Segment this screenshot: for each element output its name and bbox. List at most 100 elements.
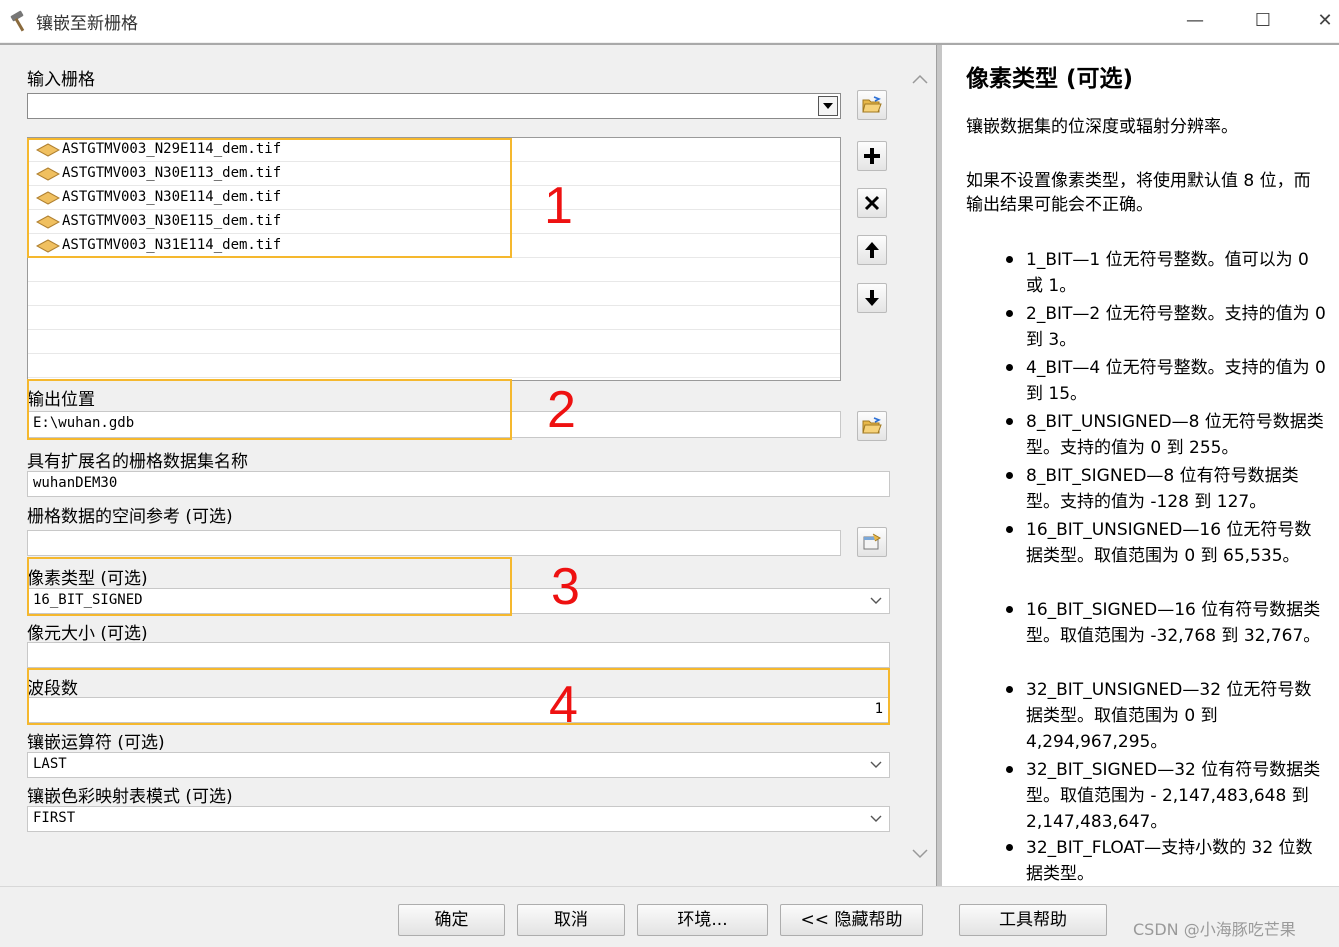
browse-input-button[interactable]	[857, 90, 887, 120]
list-item[interactable]: ASTGTMV003_N31E114_dem.tif	[28, 234, 840, 258]
mosaic-operator-label: 镶嵌运算符 (可选)	[27, 733, 165, 753]
watermark: CSDN @小海豚吃芒果	[1133, 920, 1296, 939]
move-down-button[interactable]	[857, 283, 887, 313]
ok-button[interactable]: 确定	[398, 904, 505, 936]
plus-icon	[864, 148, 880, 164]
chevron-down-icon	[870, 761, 882, 768]
list-item[interactable]: ASTGTMV003_N30E115_dem.tif	[28, 210, 840, 234]
window-title: 镶嵌至新栅格	[36, 14, 138, 34]
bullet-icon	[1006, 256, 1013, 263]
colormap-mode-select[interactable]: FIRST	[27, 806, 890, 832]
environments-button[interactable]: 环境...	[637, 904, 768, 936]
help-paragraph: 如果不设置像素类型，将使用默认值 8 位，而输出结果可能会不正确。	[966, 171, 1311, 215]
help-list-item-text: 16_BIT_UNSIGNED—16 位无符号数据类型。取值范围为 0 到 65…	[1026, 520, 1312, 566]
open-folder-icon	[862, 96, 882, 113]
raster-dataset-icon	[36, 167, 60, 181]
help-list-item-text: 2_BIT—2 位无符号整数。支持的值为 0 到 3。	[1026, 304, 1326, 350]
help-list-item: 16_BIT_UNSIGNED—16 位无符号数据类型。取值范围为 0 到 65…	[1006, 517, 1326, 569]
help-list-item-text: 32_BIT_UNSIGNED—32 位无符号数据类型。取值范围为 0 到 4,…	[1026, 680, 1312, 752]
output-location-input[interactable]: E:\wuhan.gdb	[27, 411, 841, 438]
list-item[interactable]: ASTGTMV003_N30E113_dem.tif	[28, 162, 840, 186]
colormap-mode-value: FIRST	[33, 810, 76, 826]
help-list-item-text: 4_BIT—4 位无符号整数。支持的值为 0 到 15。	[1026, 358, 1326, 404]
bands-input[interactable]: 1	[27, 697, 890, 723]
list-item-label: ASTGTMV003_N30E115_dem.tif	[62, 213, 282, 229]
help-panel: 像素类型 (可选) 镶嵌数据集的位深度或辐射分辨率。 如果不设置像素类型，将使用…	[942, 45, 1339, 886]
scroll-down-arrow[interactable]	[910, 843, 930, 863]
help-list-item: 16_BIT_SIGNED—16 位有符号数据类型。取值范围为 -32,768 …	[1006, 597, 1326, 649]
list-item-label: ASTGTMV003_N30E113_dem.tif	[62, 165, 282, 181]
open-folder-icon	[862, 417, 882, 434]
annotation-number: 2	[547, 381, 576, 439]
triangle-down-icon	[823, 103, 833, 109]
cellsize-label: 像元大小 (可选)	[27, 624, 148, 644]
combobox-dropdown-button[interactable]	[818, 96, 838, 116]
help-list-item: 8_BIT_UNSIGNED—8 位无符号数据类型。支持的值为 0 到 255。	[1006, 409, 1326, 461]
help-list-item: 32_BIT_SIGNED—32 位有符号数据类型。取值范围为 - 2,147,…	[1006, 757, 1326, 835]
dataset-name-label: 具有扩展名的栅格数据集名称	[27, 452, 248, 472]
help-list-item: 32_BIT_FLOAT—支持小数的 32 位数据类型。	[1006, 835, 1326, 886]
list-item[interactable]: ASTGTMV003_N29E114_dem.tif	[28, 138, 840, 162]
tool-help-button[interactable]: 工具帮助	[959, 904, 1107, 936]
remove-item-button[interactable]	[857, 188, 887, 218]
minimize-button[interactable]: —	[1175, 6, 1215, 36]
cellsize-input[interactable]	[27, 642, 890, 668]
bullet-icon	[1006, 472, 1013, 479]
bullet-icon	[1006, 686, 1013, 693]
help-paragraph: 镶嵌数据集的位深度或辐射分辨率。	[966, 117, 1238, 137]
help-list-item-text: 8_BIT_UNSIGNED—8 位无符号数据类型。支持的值为 0 到 255。	[1026, 412, 1324, 458]
maximize-button[interactable]: ☐	[1243, 6, 1283, 36]
pixel-type-label: 像素类型 (可选)	[27, 569, 148, 589]
scroll-up-arrow[interactable]	[910, 70, 930, 90]
list-item[interactable]: ASTGTMV003_N30E114_dem.tif	[28, 186, 840, 210]
list-empty-row	[28, 306, 840, 330]
input-rasters-list[interactable]: ASTGTMV003_N29E114_dem.tif ASTGTMV003_N3…	[27, 137, 841, 381]
help-list-item: 4_BIT—4 位无符号整数。支持的值为 0 到 15。	[1006, 355, 1326, 407]
x-icon	[864, 195, 880, 211]
help-list-item: 32_BIT_UNSIGNED—32 位无符号数据类型。取值范围为 0 到 4,…	[1006, 677, 1326, 755]
cancel-button[interactable]: 取消	[517, 904, 625, 936]
dataset-name-input[interactable]: wuhanDEM30	[27, 471, 890, 497]
list-empty-row	[28, 282, 840, 306]
annotation-number: 3	[551, 558, 580, 616]
help-title: 像素类型 (可选)	[966, 66, 1134, 92]
bullet-icon	[1006, 606, 1013, 613]
list-item-label: ASTGTMV003_N31E114_dem.tif	[62, 237, 282, 253]
list-empty-row	[28, 354, 840, 378]
spatial-ref-label: 栅格数据的空间参考 (可选)	[27, 507, 233, 527]
arrow-down-icon	[865, 290, 879, 306]
raster-dataset-icon	[36, 143, 60, 157]
list-empty-row	[28, 258, 840, 282]
bullet-icon	[1006, 364, 1013, 371]
arrow-up-icon	[865, 242, 879, 258]
hammer-icon	[8, 9, 32, 33]
raster-dataset-icon	[36, 215, 60, 229]
browse-output-button[interactable]	[857, 411, 887, 441]
move-up-button[interactable]	[857, 235, 887, 265]
mosaic-operator-value: LAST	[33, 756, 67, 772]
mosaic-operator-select[interactable]: LAST	[27, 752, 890, 778]
annotation-number: 1	[544, 177, 573, 235]
hide-help-button[interactable]: << 隐藏帮助	[780, 904, 923, 936]
chevron-down-icon	[870, 597, 882, 604]
help-list-item: 8_BIT_SIGNED—8 位有符号数据类型。支持的值为 -128 到 127…	[1006, 463, 1326, 515]
raster-dataset-icon	[36, 239, 60, 253]
help-list-item: 1_BIT—1 位无符号整数。值可以为 0 或 1。	[1006, 247, 1326, 299]
colormap-mode-label: 镶嵌色彩映射表模式 (可选)	[27, 787, 233, 807]
pixel-type-select[interactable]: 16_BIT_SIGNED	[27, 588, 890, 614]
add-item-button[interactable]	[857, 141, 887, 171]
list-empty-row	[28, 330, 840, 354]
help-list-item: 2_BIT—2 位无符号整数。支持的值为 0 到 3。	[1006, 301, 1326, 353]
help-list-item-text: 8_BIT_SIGNED—8 位有符号数据类型。支持的值为 -128 到 127…	[1026, 466, 1299, 512]
bullet-icon	[1006, 844, 1013, 851]
bullet-icon	[1006, 310, 1013, 317]
close-button[interactable]: ✕	[1311, 6, 1339, 36]
help-list-item-text: 16_BIT_SIGNED—16 位有符号数据类型。取值范围为 -32,768 …	[1026, 600, 1321, 646]
bullet-icon	[1006, 766, 1013, 773]
annotation-number: 4	[549, 676, 578, 734]
input-rasters-combobox[interactable]	[27, 93, 841, 119]
input-rasters-label: 输入栅格	[27, 70, 95, 90]
spatial-ref-properties-button[interactable]	[857, 527, 887, 557]
bullet-icon	[1006, 418, 1013, 425]
spatial-ref-input[interactable]	[27, 530, 841, 556]
